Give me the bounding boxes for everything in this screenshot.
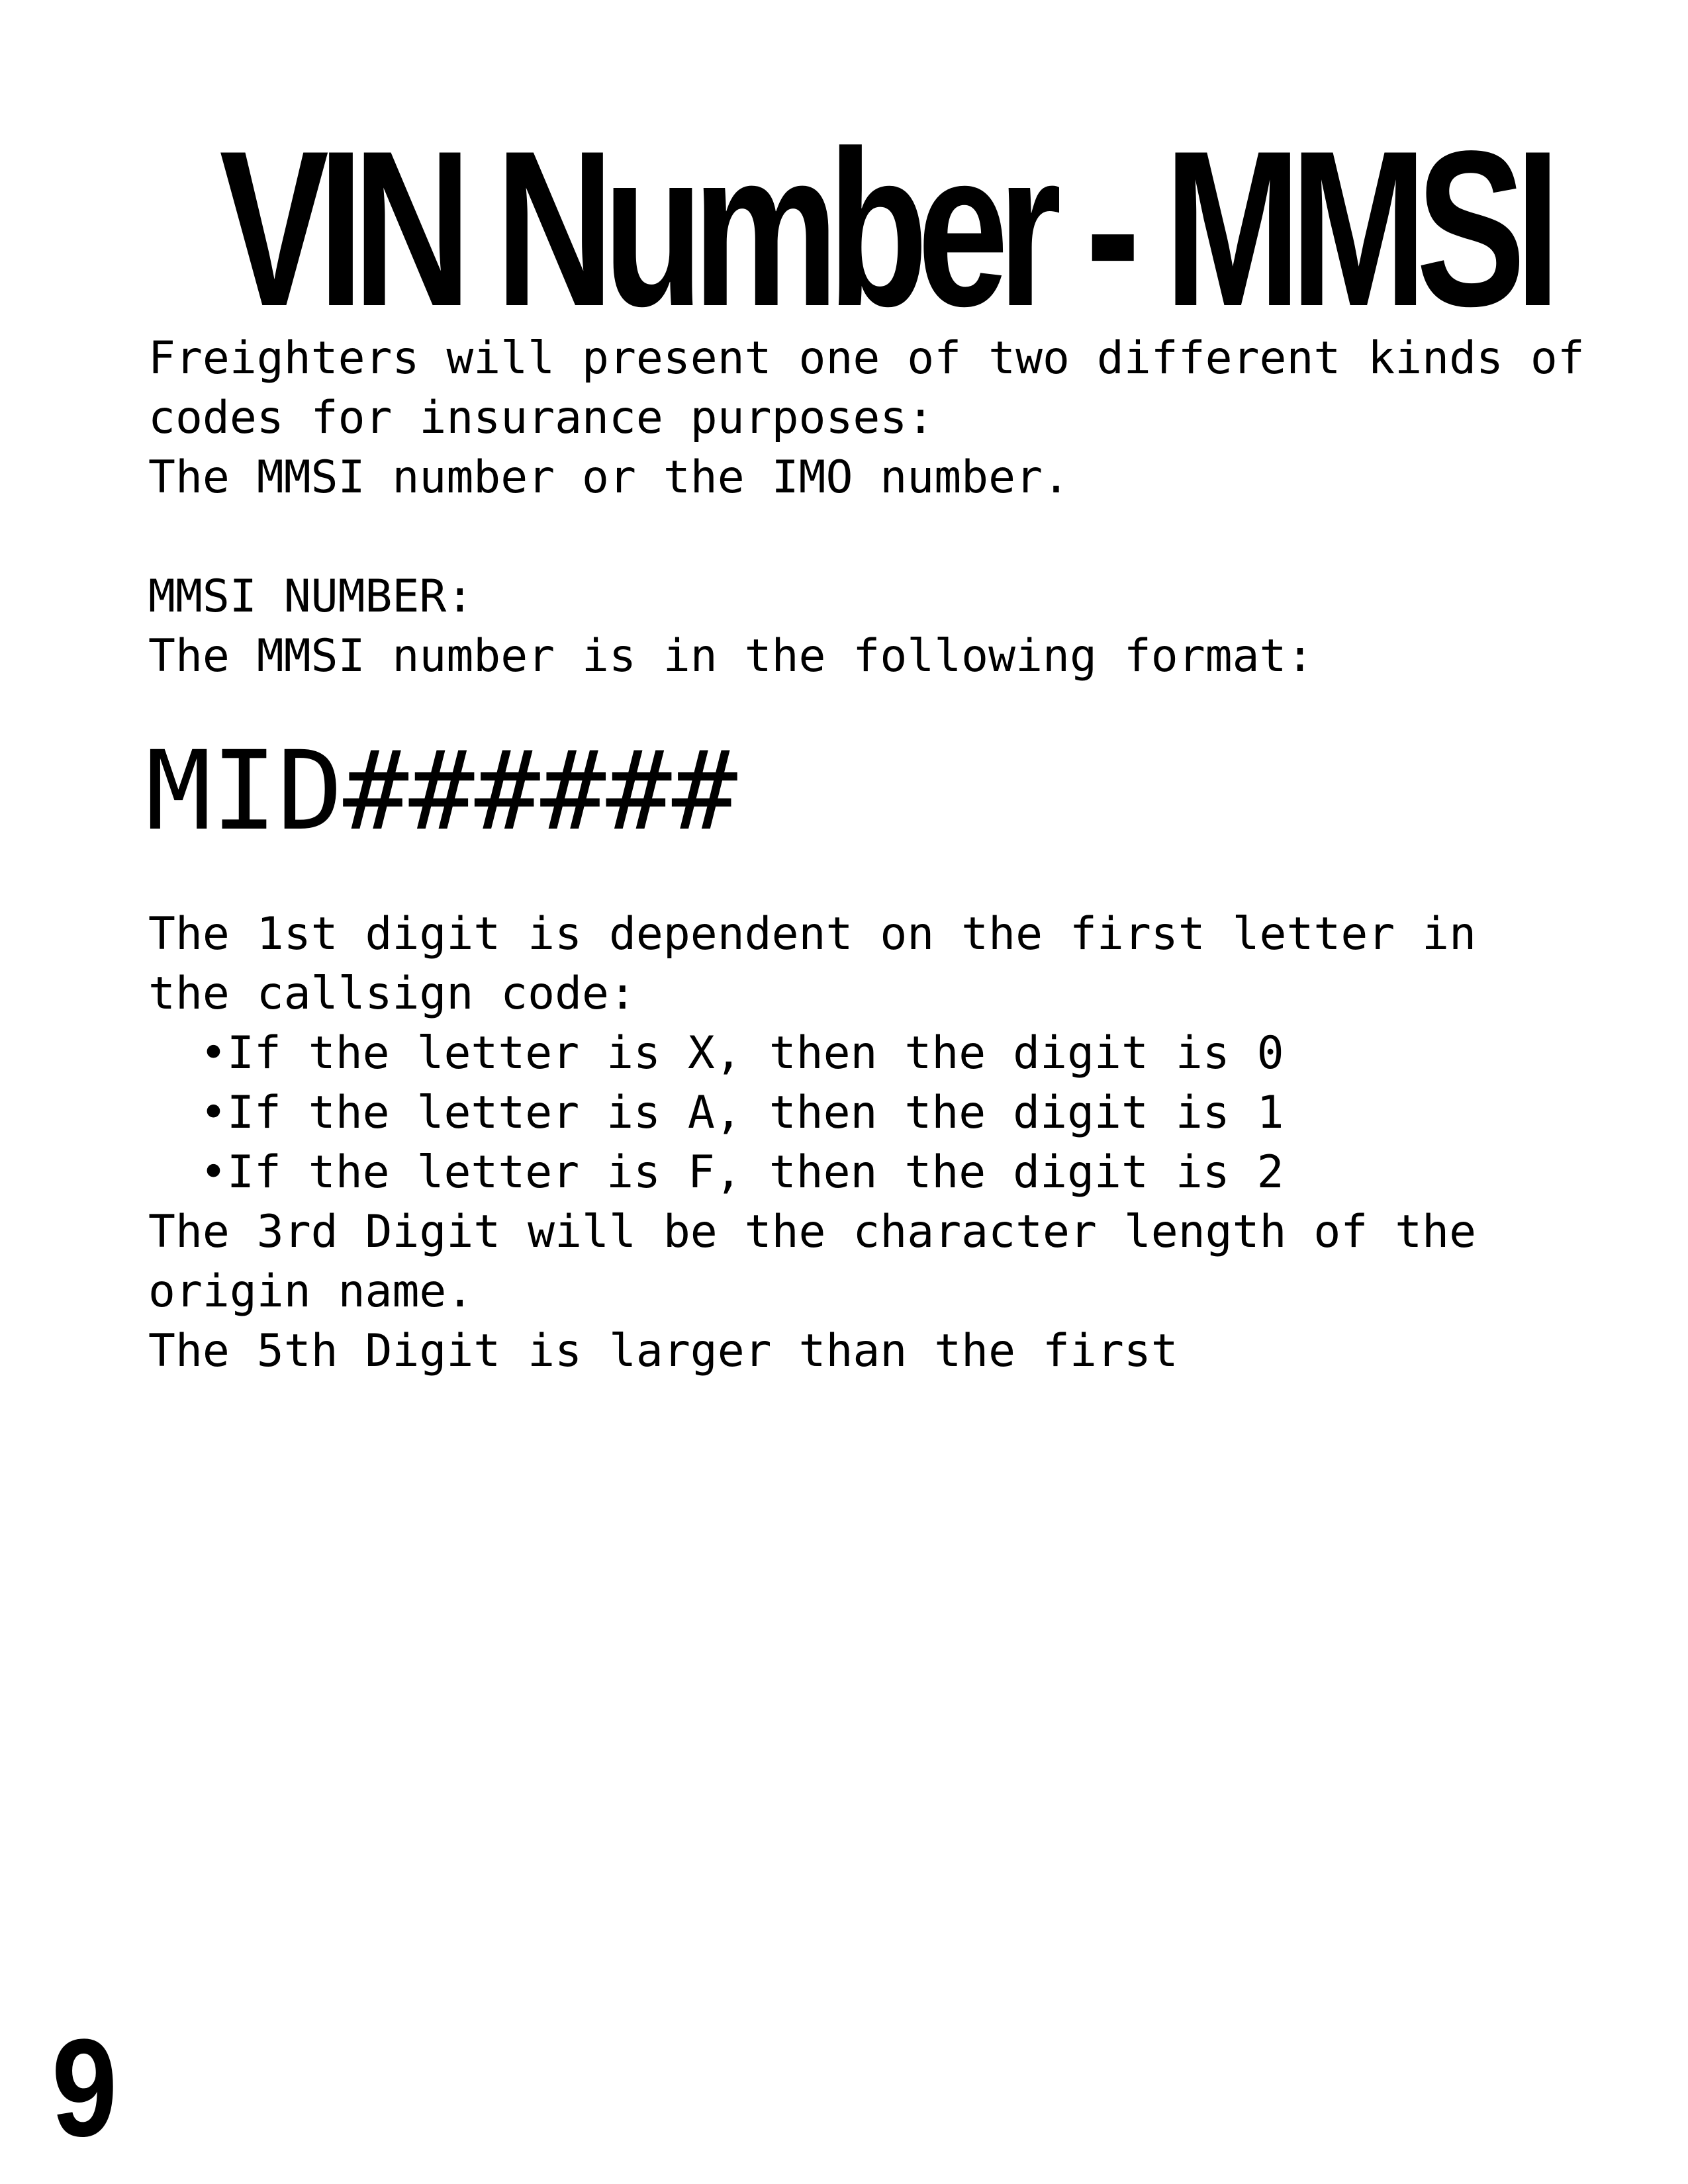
intro-line: The MMSI number or the IMO number.: [148, 451, 1070, 504]
intro-line: codes for insurance purposes:: [148, 392, 935, 444]
page-title: VIN Number - MMSI: [219, 105, 1561, 352]
bullet-item: •If the letter is F, then the digit is 2: [200, 1146, 1284, 1199]
bullet-item: •If the letter is X, then the digit is 0: [200, 1027, 1284, 1079]
mmsi-heading: MMSI NUMBER:: [148, 570, 474, 623]
rule-line: origin name.: [148, 1265, 474, 1318]
mmsi-description: The MMSI number is in the following form…: [148, 630, 1314, 682]
rule-line: The 1st digit is dependent on the first …: [148, 908, 1477, 960]
rule-line: The 3rd Digit will be the character leng…: [148, 1206, 1477, 1258]
mmsi-format: MID######: [146, 727, 738, 854]
intro-line: Freighters will present one of two diffe…: [148, 332, 1585, 385]
intro-paragraph: Freighters will present one of two diffe…: [148, 329, 1638, 508]
page-number: 9: [52, 2010, 118, 2165]
bullet-item: •If the letter is A, then the digit is 1: [200, 1087, 1284, 1139]
mmsi-section: MMSI NUMBER: The MMSI number is in the f…: [148, 567, 1638, 686]
digit-rules: The 1st digit is dependent on the first …: [148, 905, 1638, 1381]
rule-line: the callsign code:: [148, 968, 636, 1020]
rule-line: The 5th Digit is larger than the first: [148, 1325, 1178, 1377]
